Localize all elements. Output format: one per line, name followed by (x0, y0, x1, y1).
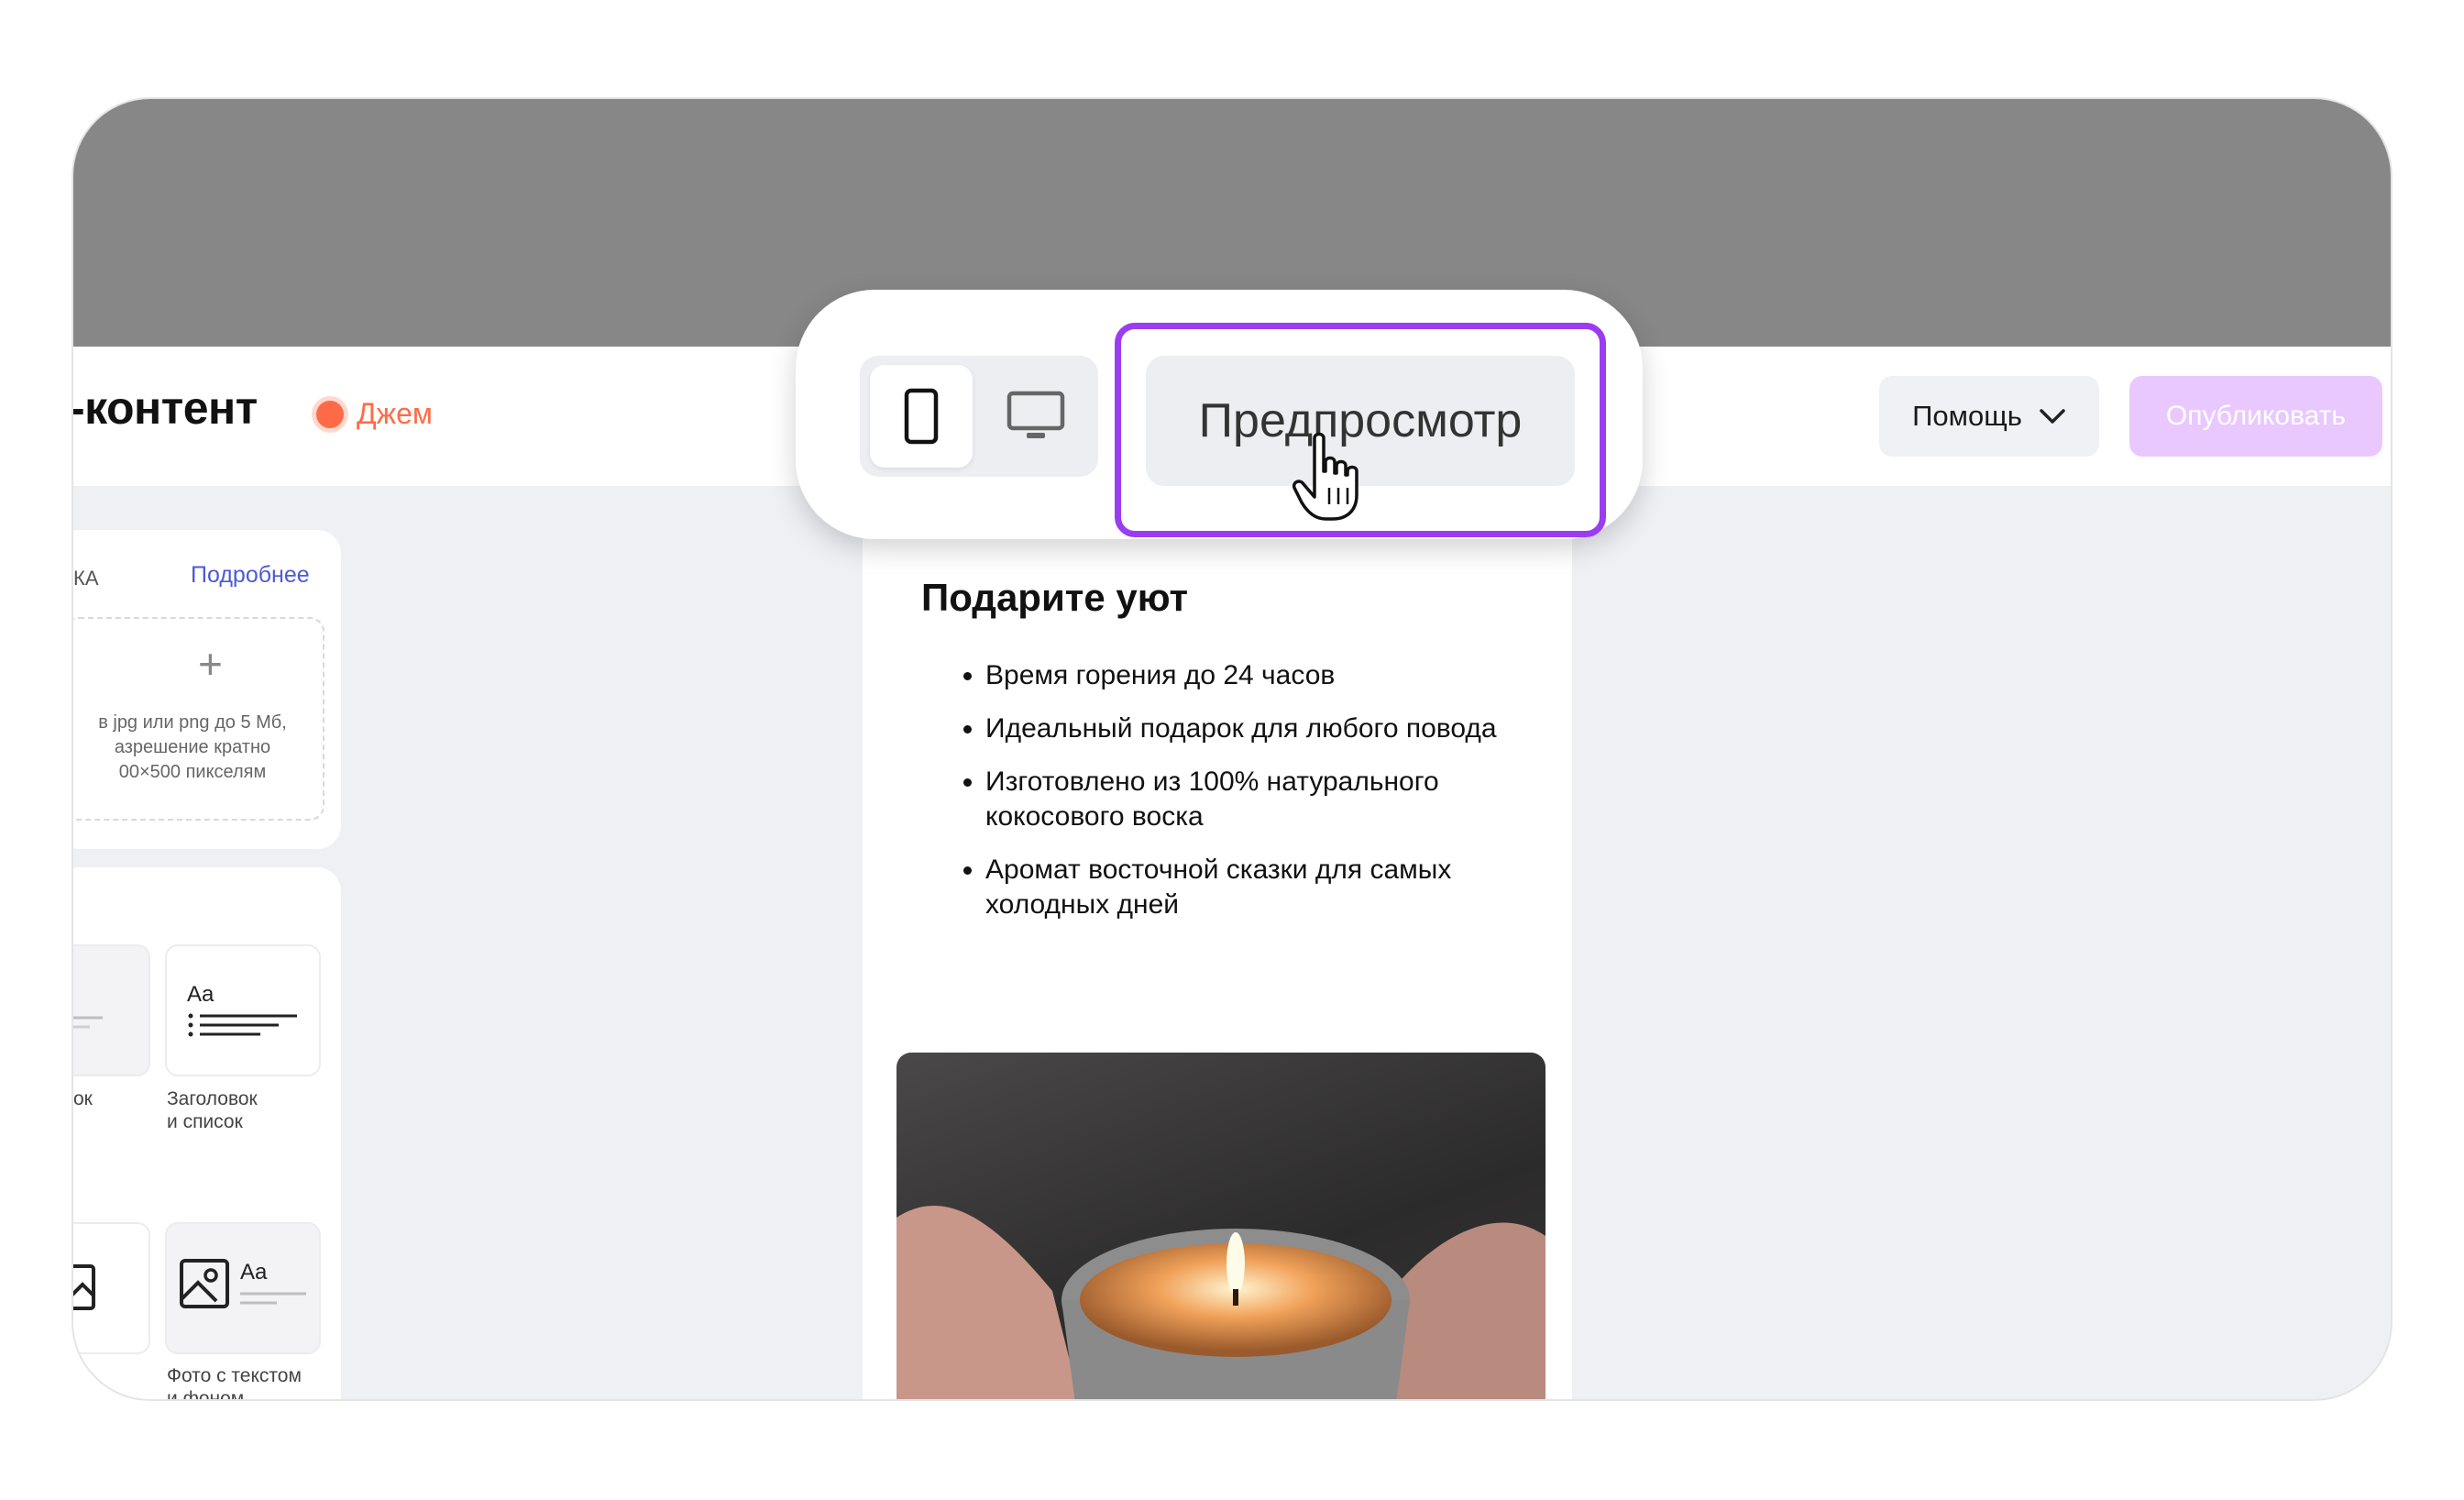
candle-photo (896, 1053, 1546, 1399)
tile-caption: ок (73, 1088, 93, 1109)
more-link[interactable]: Подробнее (191, 562, 310, 589)
image-icon (73, 1264, 95, 1310)
tile-caption: Заголовок и список (167, 1088, 258, 1132)
desktop-view-button[interactable] (984, 365, 1087, 468)
hand-pointer-icon (1292, 431, 1362, 527)
phone-icon (904, 388, 939, 445)
text-lines-icon (73, 1016, 103, 1029)
block-tile-heading[interactable] (73, 944, 150, 1076)
help-button[interactable]: Помощь (1879, 376, 2099, 457)
tile-caption: Фото с текстом и фоном (167, 1365, 302, 1399)
mobile-view-button[interactable] (870, 365, 973, 468)
publish-button[interactable]: Опубликовать (2129, 376, 2382, 457)
upload-hint: в jpg или png до 5 Мб, азрешение кратно … (98, 712, 287, 782)
heading-list-icon: Aa (187, 982, 297, 1037)
monitor-icon (1006, 391, 1065, 438)
section-label: КА (73, 567, 99, 590)
block-tile-heading-list[interactable]: Aa (165, 944, 321, 1076)
bullet-list: Время горения до 24 часов Идеальный пода… (958, 658, 1572, 941)
help-label: Помощь (1912, 400, 2022, 432)
app-window: -контент Джем Помощь Опубликовать КА Под… (73, 99, 2391, 1399)
plus-icon: + (198, 640, 223, 688)
list-item: Аромат восточной сказки для самых холодн… (985, 853, 1572, 922)
status-label: Джем (357, 397, 433, 430)
block-tile-photo[interactable] (73, 1222, 150, 1354)
photo-text-icon: Aa (180, 1259, 306, 1308)
list-item: Время горения до 24 часов (985, 658, 1572, 693)
block-tile-photo-text-bg[interactable]: Aa (165, 1222, 321, 1354)
list-item: Изготовлено из 100% натурального кокосов… (985, 765, 1572, 834)
svg-text:Aa: Aa (187, 982, 214, 1007)
chevron-down-icon (2040, 409, 2065, 424)
candle-image (896, 1206, 1546, 1399)
image-dropzone[interactable]: + в jpg или png до 5 Мб, азрешение кратн… (73, 617, 324, 821)
status-dot-icon (316, 400, 344, 428)
status-badge: Джем (316, 397, 433, 431)
list-item: Идеальный подарок для любого повода (985, 711, 1572, 746)
content-title: Подарите уют (921, 576, 1189, 619)
page-title: -контент (73, 382, 258, 434)
svg-text:Aa: Aa (240, 1260, 268, 1285)
